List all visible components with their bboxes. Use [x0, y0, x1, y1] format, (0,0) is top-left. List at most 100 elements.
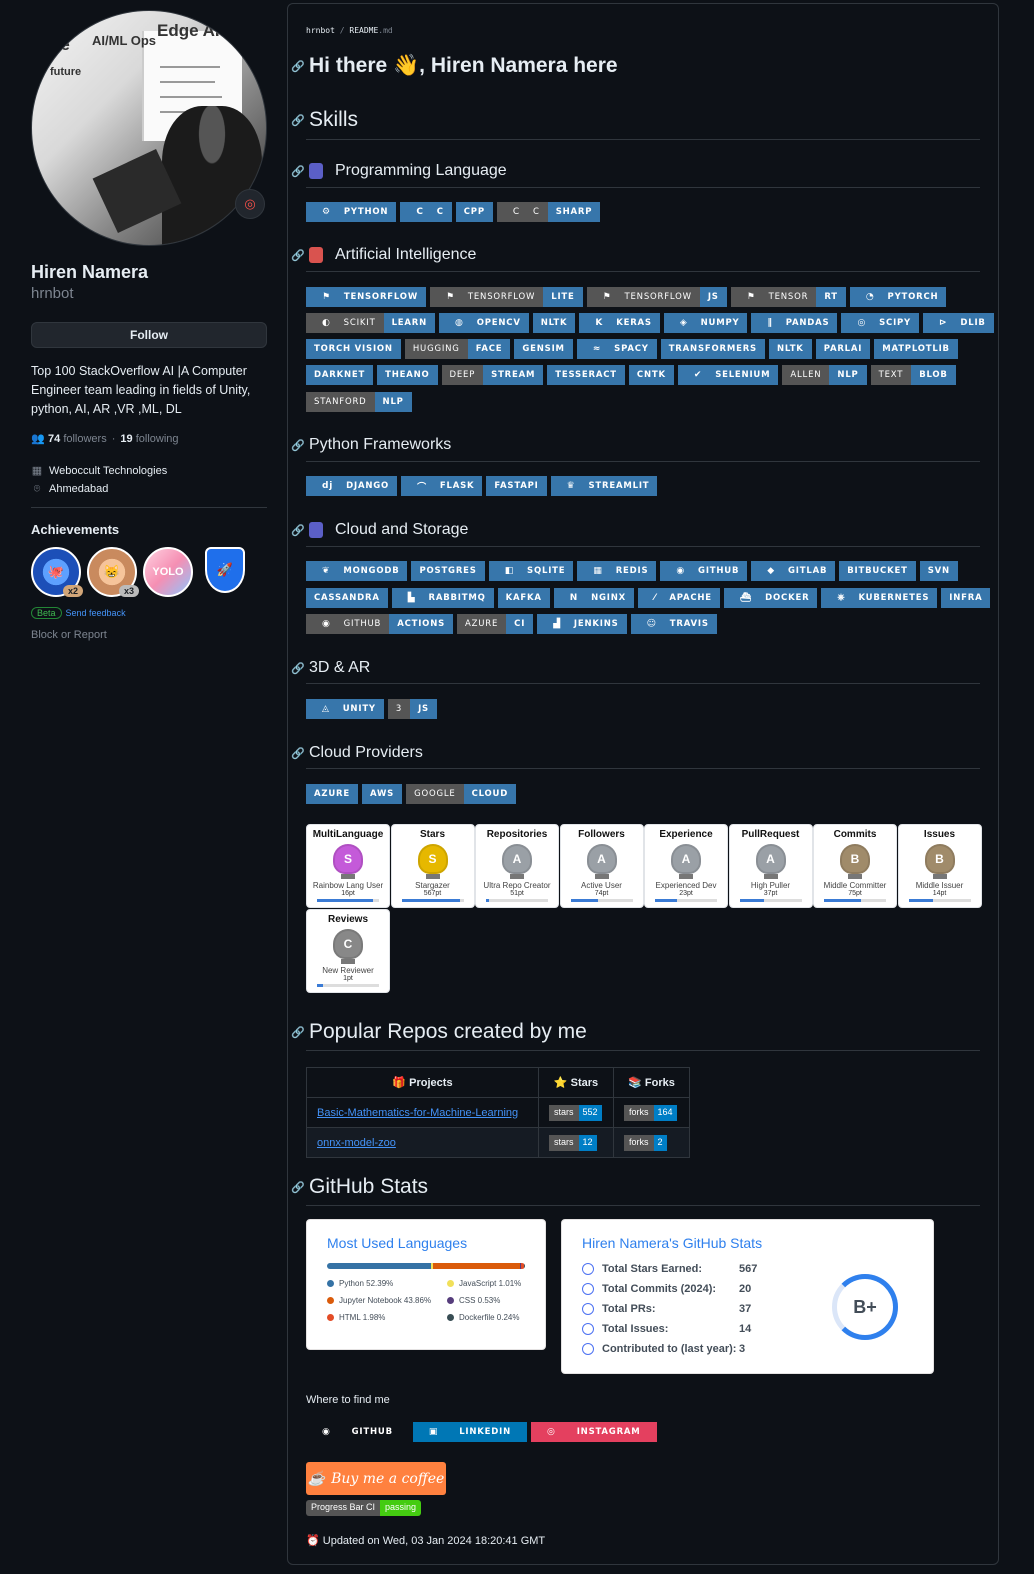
skill-badge[interactable]: TORCH VISION	[306, 339, 401, 359]
ci-status-badge[interactable]: Progress Bar CI passing	[306, 1500, 422, 1516]
breadcrumb-user[interactable]: hrnbot	[306, 26, 335, 35]
achievement-badge-icon[interactable]: 😸 x3	[87, 547, 139, 597]
buy-me-coffee-button[interactable]: ☕ Buy me a coffee	[306, 1462, 446, 1495]
skill-badge[interactable]: ⊳ DLIB	[923, 313, 994, 333]
skill-badge[interactable]: NLTK	[532, 313, 576, 333]
skill-badge[interactable]: TRANSFORMERS	[660, 339, 765, 359]
skill-badge[interactable]: CPP	[455, 202, 493, 222]
trophy-card[interactable]: Commits B Middle Committer 75pt	[813, 824, 897, 908]
skill-badge[interactable]: ◎ SCIPY	[841, 313, 920, 333]
forks-badge[interactable]: forks 2	[624, 1134, 667, 1151]
languages-card[interactable]: Most Used Languages Python 52.39% JavaScr…	[306, 1219, 546, 1350]
trophy-card[interactable]: Reviews C New Reviewer 1pt	[306, 909, 390, 993]
block-report-link[interactable]: Block or Report	[31, 629, 267, 641]
skill-badge[interactable]: STANFORD NLP	[306, 392, 412, 412]
skill-badge[interactable]: GENSIM	[514, 339, 573, 359]
skill-badge[interactable]: INFRA	[941, 588, 991, 608]
trophy-card[interactable]: Stars S Stargazer 567pt	[390, 824, 475, 908]
skill-badge[interactable]: CASSANDRA	[306, 588, 388, 608]
skill-badge[interactable]: ◐ SCIKIT LEARN	[306, 313, 436, 333]
skill-badge[interactable]: 3 JS	[387, 699, 437, 719]
achievement-badge-icon[interactable]: 🐙 x2	[31, 547, 83, 597]
follow-button[interactable]: Follow	[31, 322, 267, 348]
instagram-badge[interactable]: ◎ INSTAGRAM	[531, 1422, 657, 1442]
linkedin-badge[interactable]: ▣ LINKEDIN	[412, 1422, 528, 1442]
github-badge[interactable]: ◉ GITHUB	[306, 1422, 409, 1442]
skill-badge[interactable]: ⚑ TENSOR RT	[730, 287, 846, 307]
skill-badge[interactable]: C C SHARP	[496, 202, 601, 222]
skill-badge[interactable]: ⌒ FLASK	[401, 476, 483, 496]
achievement-badge-icon[interactable]: YOLO	[143, 547, 193, 597]
anchor-link-icon[interactable]: 🔗	[291, 439, 305, 452]
skill-badge[interactable]: DEEP STREAM	[441, 365, 544, 385]
skill-badge[interactable]: ◈ NUMPY	[663, 313, 748, 333]
anchor-link-icon[interactable]: 🔗	[291, 524, 305, 537]
trophy-card[interactable]: Issues B Middle Issuer 14pt	[897, 824, 982, 908]
skill-badge[interactable]: CC	[400, 202, 452, 222]
trophy-card[interactable]: MultiLanguage S Rainbow Lang User 16pt	[306, 824, 390, 908]
repo-link[interactable]: Basic-Mathematics-for-Machine-Learning	[317, 1107, 518, 1119]
skill-badge[interactable]: FASTAPI	[486, 476, 547, 496]
followers-link[interactable]: 74 followers	[48, 433, 107, 445]
achievement-badge-icon[interactable]: 🚀	[205, 547, 245, 593]
skill-badge[interactable]: K KERAS	[579, 313, 660, 333]
skill-badge[interactable]: AZURE CI	[457, 614, 534, 634]
following-link[interactable]: 19 following	[120, 433, 178, 445]
anchor-link-icon[interactable]: 🔗	[291, 662, 305, 675]
skill-badge[interactable]: ❦ MONGODB	[306, 561, 408, 581]
skill-badge[interactable]: POSTGRES	[411, 561, 485, 581]
skill-badge[interactable]: AZURE	[306, 784, 358, 804]
skill-badge[interactable]: ◔ PYTORCH	[849, 287, 947, 307]
anchor-link-icon[interactable]: 🔗	[291, 249, 305, 262]
skill-badge[interactable]: ALLEN NLP	[782, 365, 867, 385]
anchor-link-icon[interactable]: 🔗	[291, 60, 305, 73]
skill-badge[interactable]: N NGINX	[553, 588, 635, 608]
skill-badge[interactable]: ◆ GITLAB	[751, 561, 836, 581]
stars-badge[interactable]: stars 12	[549, 1134, 597, 1151]
skill-badge[interactable]: ▙ RABBITMQ	[391, 588, 494, 608]
skill-badge[interactable]: TESSERACT	[547, 365, 625, 385]
skill-badge[interactable]: ◬ UNITY	[306, 699, 384, 719]
skill-badge[interactable]: CNTK	[628, 365, 674, 385]
target-status-icon[interactable]: ◎	[235, 189, 265, 219]
stats-card[interactable]: Hiren Namera's GitHub Stats Total Stars …	[561, 1219, 934, 1374]
trophy-card[interactable]: Experience A Experienced Dev 23pt	[644, 824, 728, 908]
skill-badge[interactable]: DARKNET	[306, 365, 374, 385]
anchor-link-icon[interactable]: 🔗	[291, 1026, 305, 1039]
skill-badge[interactable]: ⛴ DOCKER	[723, 588, 818, 608]
skill-badge[interactable]: ◉ GITHUB ACTIONS	[306, 614, 454, 634]
skill-badge[interactable]: ▟ JENKINS	[537, 614, 627, 634]
stars-badge[interactable]: stars 552	[549, 1104, 602, 1121]
skill-badge[interactable]: GOOGLE CLOUD	[406, 784, 517, 804]
anchor-link-icon[interactable]: 🔗	[291, 1181, 305, 1194]
skill-badge[interactable]: ⚑ TENSORFLOW LITE	[430, 287, 583, 307]
avatar[interactable]: AI/ML Ops Edge AI future se	[31, 10, 267, 246]
anchor-link-icon[interactable]: 🔗	[291, 747, 305, 760]
skill-badge[interactable]: SVN	[919, 561, 958, 581]
skill-badge[interactable]: ∥ PANDAS	[751, 313, 838, 333]
skill-badge[interactable]: ☺ TRAVIS	[630, 614, 717, 634]
send-feedback-link[interactable]: Send feedback	[66, 608, 126, 618]
skill-badge[interactable]: THEANO	[377, 365, 438, 385]
skill-badge[interactable]: KAFKA	[497, 588, 550, 608]
skill-badge[interactable]: ◧ SQLITE	[488, 561, 574, 581]
skill-badge[interactable]: ⚙ PYTHON	[306, 202, 397, 222]
skill-badge[interactable]: dj DJANGO	[306, 476, 398, 496]
trophy-card[interactable]: Followers A Active User 74pt	[559, 824, 644, 908]
skill-badge[interactable]: NLTK	[768, 339, 812, 359]
skill-badge[interactable]: ▦ REDIS	[577, 561, 657, 581]
skill-badge[interactable]: ≈ SPACY	[576, 339, 657, 359]
skill-badge[interactable]: HUGGING FACE	[404, 339, 511, 359]
skill-badge[interactable]: ⎈ KUBERNETES	[821, 588, 938, 608]
skill-badge[interactable]: TEXT BLOB	[870, 365, 956, 385]
skill-badge[interactable]: ✔ SELENIUM	[677, 365, 779, 385]
skill-badge[interactable]: ⁄ APACHE	[638, 588, 720, 608]
skill-badge[interactable]: ♛ STREAMLIT	[550, 476, 658, 496]
anchor-link-icon[interactable]: 🔗	[291, 165, 305, 178]
skill-badge[interactable]: BITBUCKET	[839, 561, 916, 581]
forks-badge[interactable]: forks 164	[624, 1104, 677, 1121]
repo-link[interactable]: onnx-model-zoo	[317, 1137, 396, 1149]
skill-badge[interactable]: AWS	[362, 784, 403, 804]
skill-badge[interactable]: ⚑ TENSORFLOW	[306, 287, 427, 307]
trophy-card[interactable]: Repositories A Ultra Repo Creator 51pt	[475, 824, 559, 908]
